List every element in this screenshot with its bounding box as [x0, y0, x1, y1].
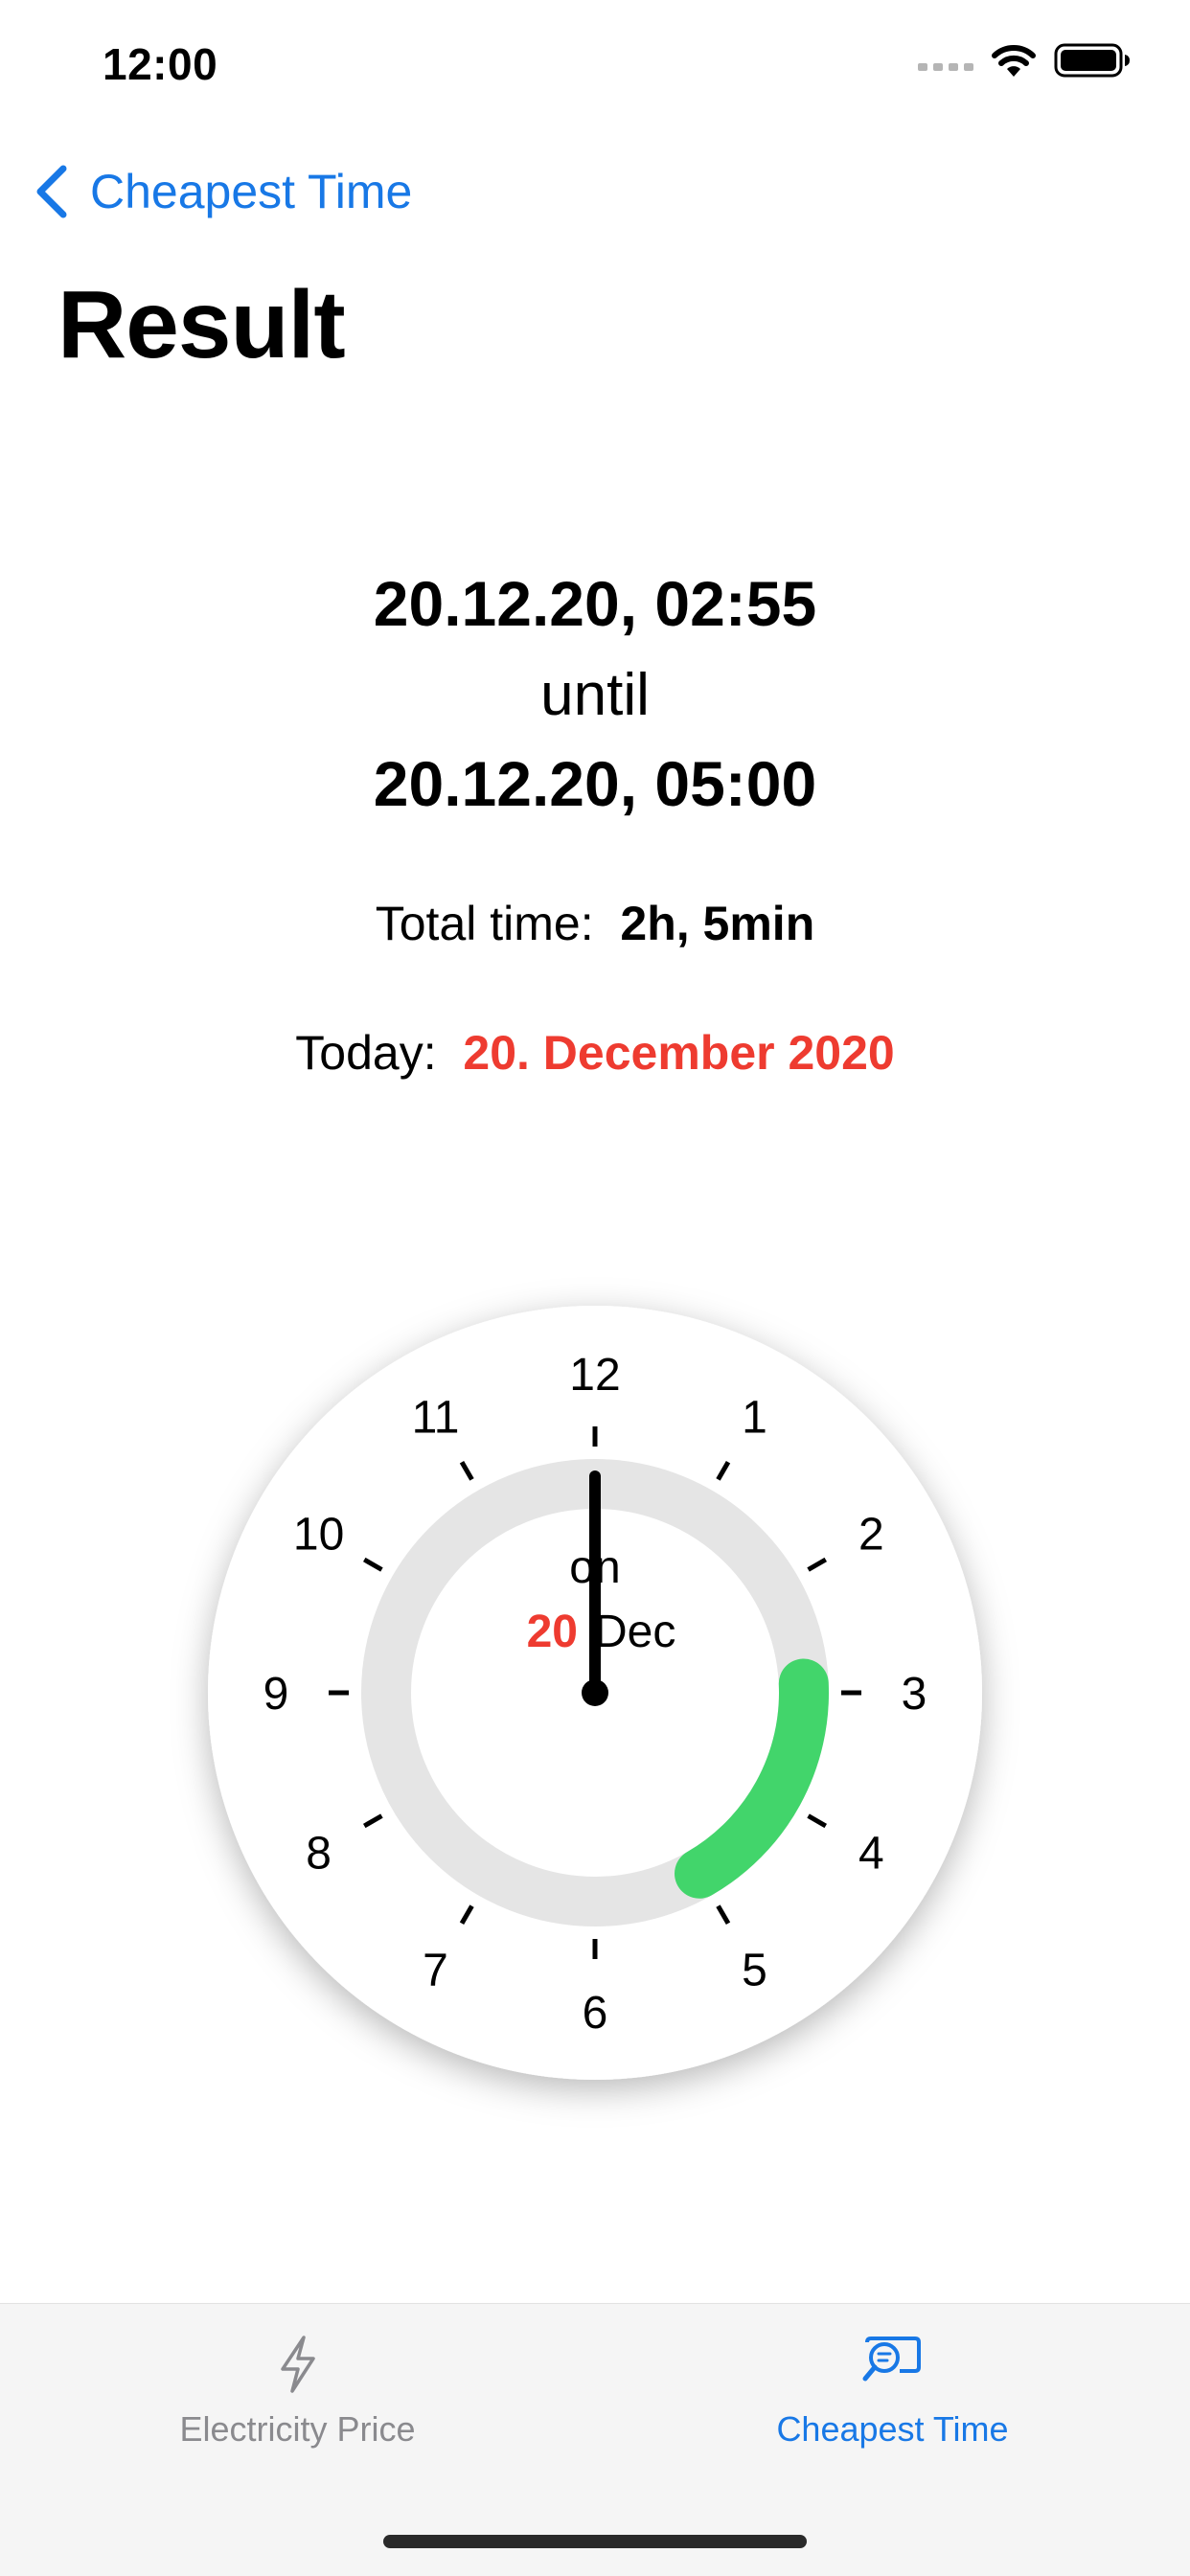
tab-cheapest-time[interactable]: Cheapest Time [595, 2304, 1190, 2486]
status-time: 12:00 [103, 39, 218, 89]
clock-center-month: Dec [594, 1607, 675, 1657]
clock-number: 5 [742, 1945, 767, 1995]
clock-number: 6 [583, 1988, 608, 2039]
chevron-left-icon [36, 165, 67, 218]
clock-number: 10 [293, 1510, 344, 1561]
clock-number: 4 [858, 1829, 884, 1880]
page-title: Result [57, 271, 346, 378]
search-chat-icon [862, 2337, 921, 2382]
total-time-line: Total time: 2h, 5min [0, 896, 1190, 951]
until-label: until [540, 662, 650, 728]
clock-number: 3 [902, 1669, 927, 1720]
clock-number: 12 [569, 1350, 620, 1401]
clock-number: 7 [423, 1945, 448, 1995]
back-button-label: Cheapest Time [90, 165, 413, 218]
start-datetime: 20.12.20, 02:55 [373, 568, 817, 639]
total-time-label: Total time: [375, 897, 594, 950]
tab-electricity-price-label: Electricity Price [179, 2409, 416, 2449]
home-indicator [383, 2535, 807, 2548]
today-value: 20. December 2020 [463, 1026, 895, 1080]
total-time-value: 2h, 5min [620, 897, 815, 950]
clock-number: 8 [306, 1829, 332, 1880]
clock-face: 121234567891011 on 20 Dec [208, 1306, 982, 2080]
battery-icon [1054, 43, 1130, 78]
status-bar: 12:00 [0, 0, 1190, 134]
tab-cheapest-time-label: Cheapest Time [776, 2409, 1009, 2449]
back-button[interactable]: Cheapest Time [33, 158, 412, 225]
bolt-icon [280, 2336, 315, 2393]
end-datetime: 20.12.20, 05:00 [373, 748, 817, 819]
status-icons [918, 42, 1131, 79]
today-label: Today: [295, 1026, 437, 1080]
today-line: Today: 20. December 2020 [0, 1025, 1190, 1081]
clock-hand-pivot [582, 1679, 608, 1706]
clock-number: 2 [858, 1510, 884, 1561]
cellular-signal-icon [918, 63, 973, 71]
clock-number: 1 [742, 1393, 767, 1444]
wifi-icon [992, 45, 1036, 77]
tab-electricity-price[interactable]: Electricity Price [0, 2304, 595, 2486]
clock-center-day: 20 [527, 1607, 578, 1657]
clock-number: 11 [412, 1393, 460, 1444]
clock: 121234567891011 on 20 Dec [206, 1304, 984, 2082]
clock-number: 9 [263, 1669, 289, 1720]
